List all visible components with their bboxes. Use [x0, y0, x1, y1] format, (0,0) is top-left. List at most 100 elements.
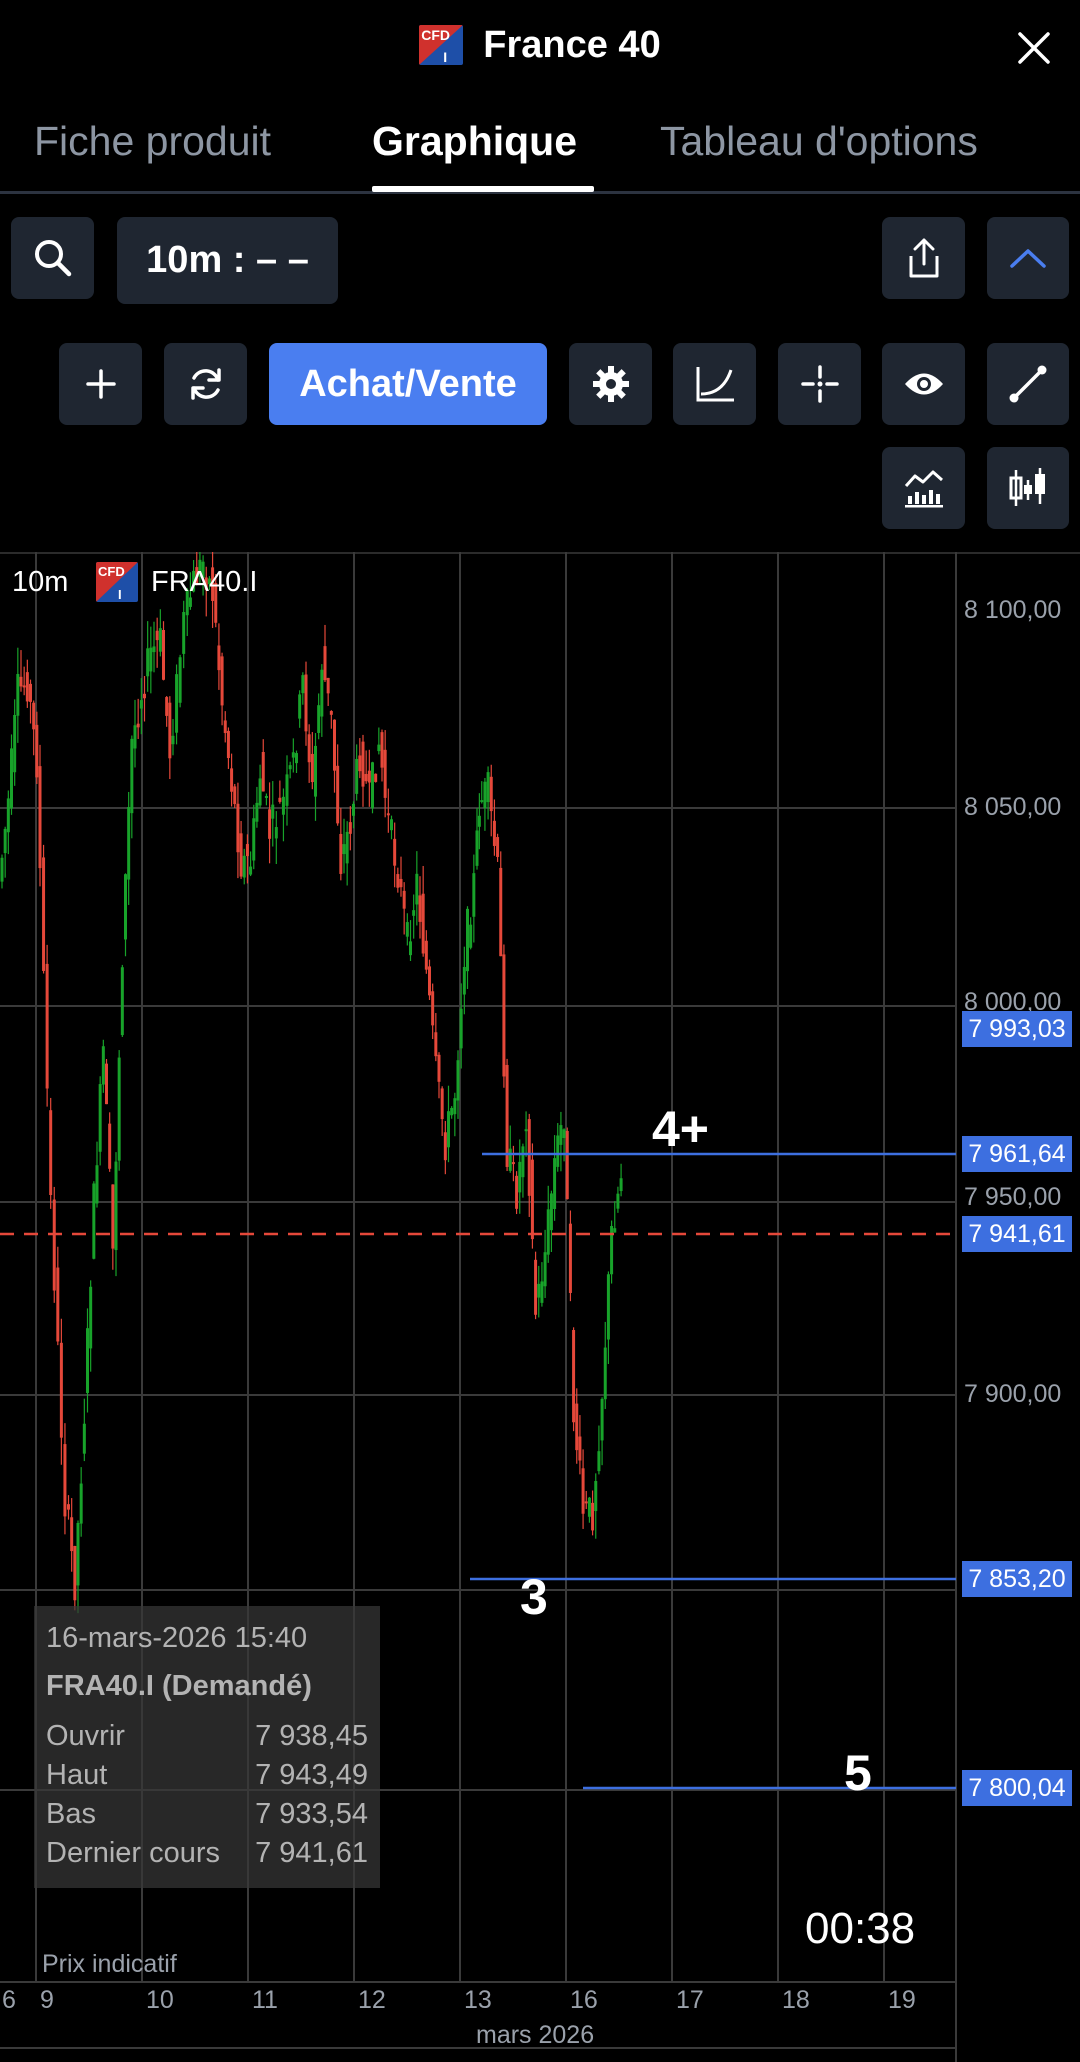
candle-body: [117, 1057, 121, 1161]
candle-body: [424, 940, 428, 970]
candle-body: [565, 1130, 569, 1200]
candle-body: [613, 1228, 617, 1233]
refresh-icon: [190, 368, 221, 400]
candle-body: [383, 749, 387, 798]
candle-body: [584, 1501, 588, 1504]
price-tag: 7 961,64: [962, 1136, 1072, 1172]
candle-body: [475, 830, 479, 866]
candle-body: [374, 773, 378, 782]
indicator-curve-button[interactable]: [673, 343, 756, 425]
candle-body: [511, 1162, 515, 1165]
ohlc-value: 7 943,49: [255, 1759, 368, 1791]
tab-tableau-options[interactable]: Tableau d'options: [660, 118, 978, 165]
chart-symbol-label: FRA40.I: [151, 566, 258, 598]
candle-body: [587, 1497, 591, 1517]
candle-body: [86, 1328, 89, 1393]
close-icon[interactable]: [1014, 28, 1054, 68]
active-tab-indicator: [372, 186, 594, 192]
candle-body: [546, 1209, 550, 1255]
candle-body: [261, 752, 265, 792]
ohlc-value: 7 933,54: [255, 1798, 368, 1830]
chart-annotation[interactable]: 3: [520, 1568, 548, 1626]
settings-button[interactable]: [569, 343, 652, 425]
chart-annotation[interactable]: 4+: [652, 1100, 709, 1158]
cfd-logo-small-suffix: I: [118, 587, 122, 602]
x-tick-label: 17: [676, 1986, 704, 2014]
candle-body: [49, 1110, 53, 1195]
candle-body: [600, 1398, 604, 1441]
candle-body: [549, 1193, 553, 1231]
candle-body: [527, 1119, 531, 1196]
ohlc-tooltip: 16-mars-2026 15:40 FRA40.I (Demandé) Ouv…: [34, 1606, 380, 1888]
candle-body: [35, 724, 39, 778]
candle-body: [59, 1342, 63, 1438]
tab-graphique[interactable]: Graphique: [372, 118, 577, 165]
share-button[interactable]: [882, 217, 965, 299]
candle-body: [530, 1159, 534, 1240]
interval-button[interactable]: 10m : – –: [117, 217, 338, 304]
ohlc-label: Haut: [46, 1759, 108, 1791]
candle-body: [572, 1330, 576, 1423]
candle-body: [405, 922, 409, 937]
candle-body: [553, 1158, 557, 1209]
candle-body: [56, 1267, 60, 1342]
candle-body: [258, 778, 262, 806]
y-tick-label: 8 050,00: [964, 793, 1062, 821]
candle-body: [556, 1135, 560, 1167]
candle-body: [22, 685, 26, 688]
candle-body: [415, 873, 419, 905]
current-price-tag: 7 941,61: [962, 1216, 1072, 1252]
candle-body: [158, 628, 162, 652]
collapse-button[interactable]: [987, 217, 1069, 299]
candle-body: [291, 752, 295, 758]
candle-body: [606, 1274, 610, 1340]
chart-annotation[interactable]: 5: [844, 1744, 872, 1802]
candle-body: [508, 1148, 512, 1171]
candle-body: [499, 867, 503, 957]
cfd-logo-suffix: I: [443, 49, 448, 65]
candle-body: [268, 809, 272, 839]
candle-body: [568, 1223, 572, 1293]
gear-icon: [592, 366, 629, 402]
cfd-logo-text: CFD: [421, 27, 451, 43]
buy-sell-button[interactable]: Achat/Vente: [269, 343, 547, 425]
candle-body: [443, 1132, 447, 1161]
candle-body: [271, 804, 275, 819]
indicative-price-label: Prix indicatif: [42, 1950, 177, 1978]
indicators-button[interactable]: [882, 447, 965, 529]
candle-body: [355, 758, 359, 794]
candle-body: [108, 1123, 112, 1169]
candle-body: [418, 895, 422, 922]
visibility-button[interactable]: [882, 343, 965, 425]
candle-body: [339, 833, 343, 874]
candle-body: [111, 1184, 115, 1249]
candle-body: [390, 819, 393, 831]
x-tick-label: 18: [782, 1986, 810, 2014]
candle-body: [348, 822, 352, 834]
candle-body: [361, 741, 365, 787]
candle-body: [323, 646, 327, 681]
candle-body: [594, 1481, 598, 1512]
crosshair-icon: [800, 365, 839, 403]
add-button[interactable]: [59, 343, 142, 425]
chart-type-button[interactable]: [987, 447, 1069, 529]
candle-body: [70, 1517, 74, 1552]
candle-body: [333, 719, 336, 771]
candle-body: [105, 1063, 108, 1105]
candle-body: [98, 1084, 102, 1152]
candlestick-icon: [1009, 468, 1045, 506]
crosshair-button[interactable]: [778, 343, 861, 425]
tab-fiche-produit[interactable]: Fiche produit: [34, 118, 271, 165]
candle-body: [310, 753, 314, 783]
candle-body: [220, 656, 224, 706]
draw-line-button[interactable]: [987, 343, 1069, 425]
x-tick-label: 10: [146, 1986, 174, 2014]
candle-body: [32, 702, 36, 730]
search-icon: [34, 240, 71, 277]
candle-body: [301, 675, 305, 694]
refresh-button[interactable]: [164, 343, 247, 425]
ohlc-row: Haut 7 943,49: [46, 1759, 368, 1792]
search-button[interactable]: [11, 217, 94, 299]
candle-body: [399, 878, 403, 888]
candle-body: [92, 1183, 96, 1259]
